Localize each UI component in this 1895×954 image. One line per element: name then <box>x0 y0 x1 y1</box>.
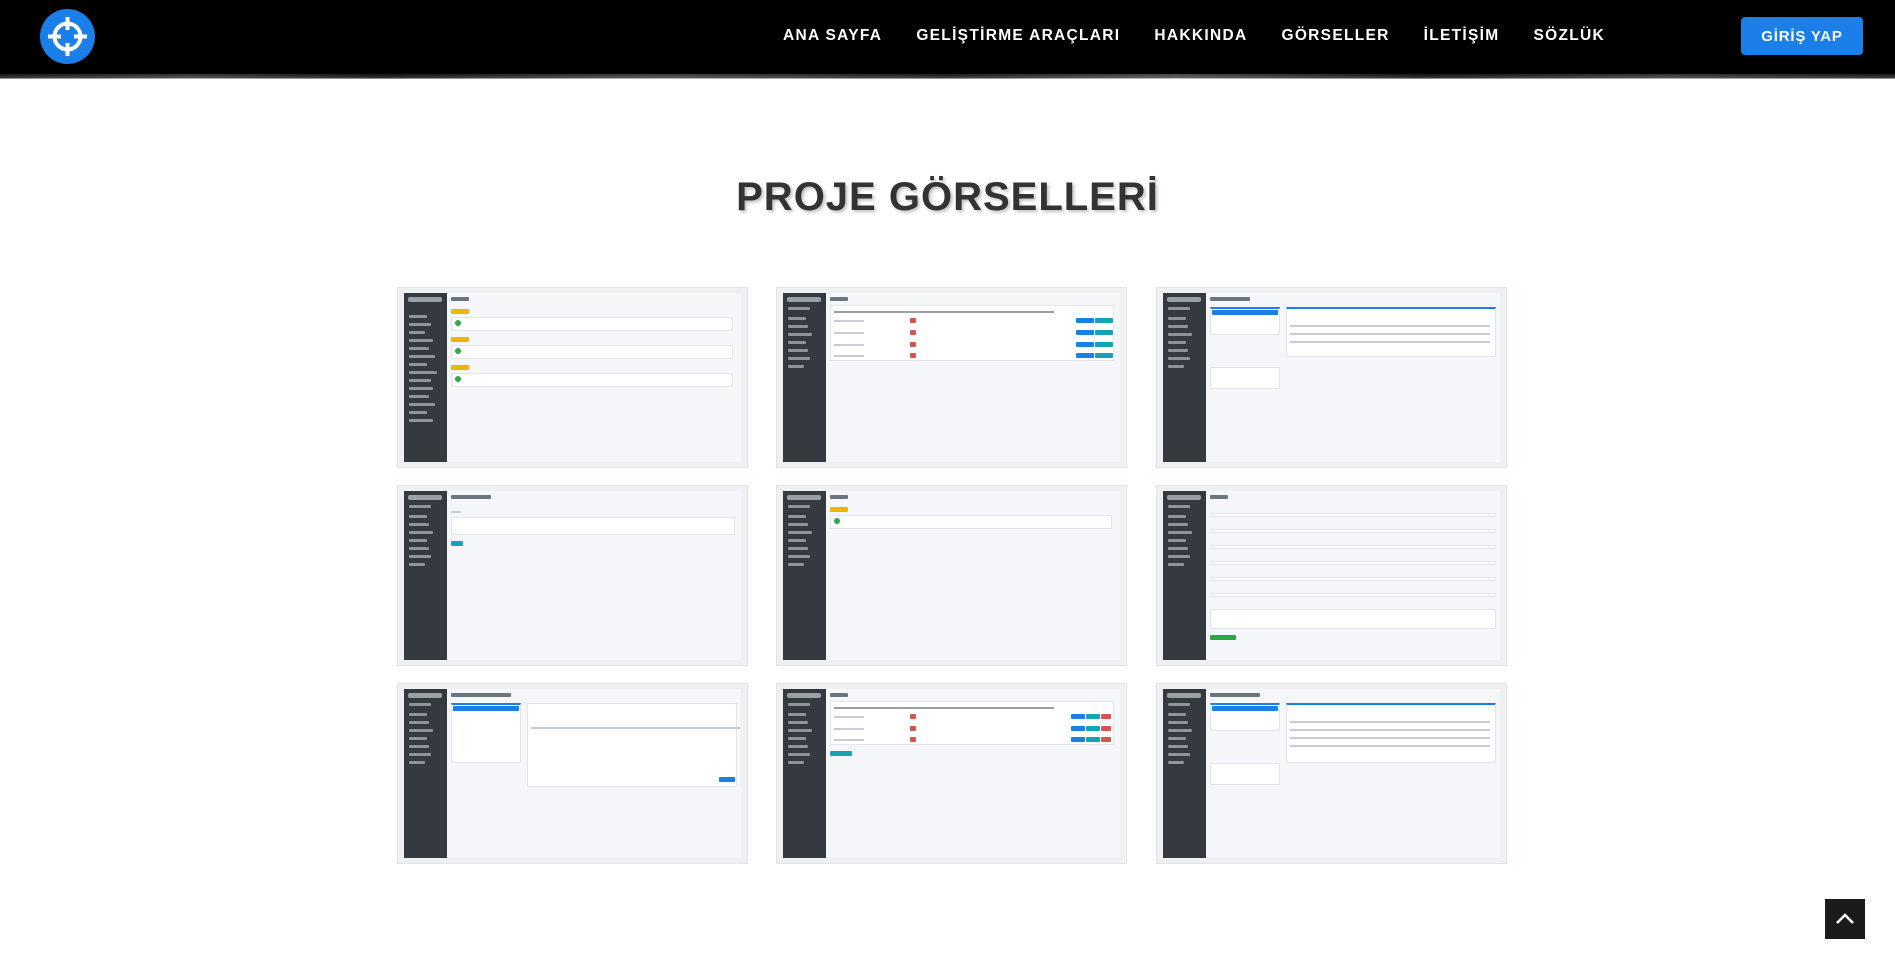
gallery-thumbnail[interactable] <box>1156 287 1507 468</box>
nav-glossary[interactable]: SÖZLÜK <box>1533 27 1605 45</box>
gallery-thumbnail[interactable] <box>1156 683 1507 864</box>
nav-gallery[interactable]: GÖRSELLER <box>1281 27 1389 45</box>
nav-home[interactable]: ANA SAYFA <box>783 27 882 45</box>
nav-contact[interactable]: İLETİŞİM <box>1424 27 1500 45</box>
gallery-thumbnail[interactable] <box>776 287 1127 468</box>
gallery-thumbnail[interactable] <box>397 287 748 468</box>
gallery-thumbnail[interactable] <box>776 485 1127 666</box>
gallery-thumbnail[interactable] <box>1156 485 1507 666</box>
gallery-thumbnail[interactable] <box>397 683 748 864</box>
project-gallery <box>397 287 1507 865</box>
main-menu: ANA SAYFA GELİŞTİRME ARAÇLARI HAKKINDA G… <box>749 0 1605 72</box>
crosshair-icon <box>48 17 87 56</box>
nav-dev-tools[interactable]: GELİŞTİRME ARAÇLARI <box>916 27 1120 45</box>
back-to-top-button[interactable] <box>1825 899 1865 939</box>
login-button[interactable]: GİRİŞ YAP <box>1741 17 1863 55</box>
gallery-thumbnail[interactable] <box>776 683 1127 864</box>
gallery-thumbnail[interactable] <box>397 485 748 666</box>
site-logo[interactable] <box>40 9 95 64</box>
nav-about[interactable]: HAKKINDA <box>1154 27 1247 45</box>
hero-image-strip <box>0 74 1895 79</box>
section-title: PROJE GÖRSELLERİ <box>736 175 1159 219</box>
chevron-up-icon <box>1836 913 1854 924</box>
top-navbar: ANA SAYFA GELİŞTİRME ARAÇLARI HAKKINDA G… <box>0 0 1895 79</box>
